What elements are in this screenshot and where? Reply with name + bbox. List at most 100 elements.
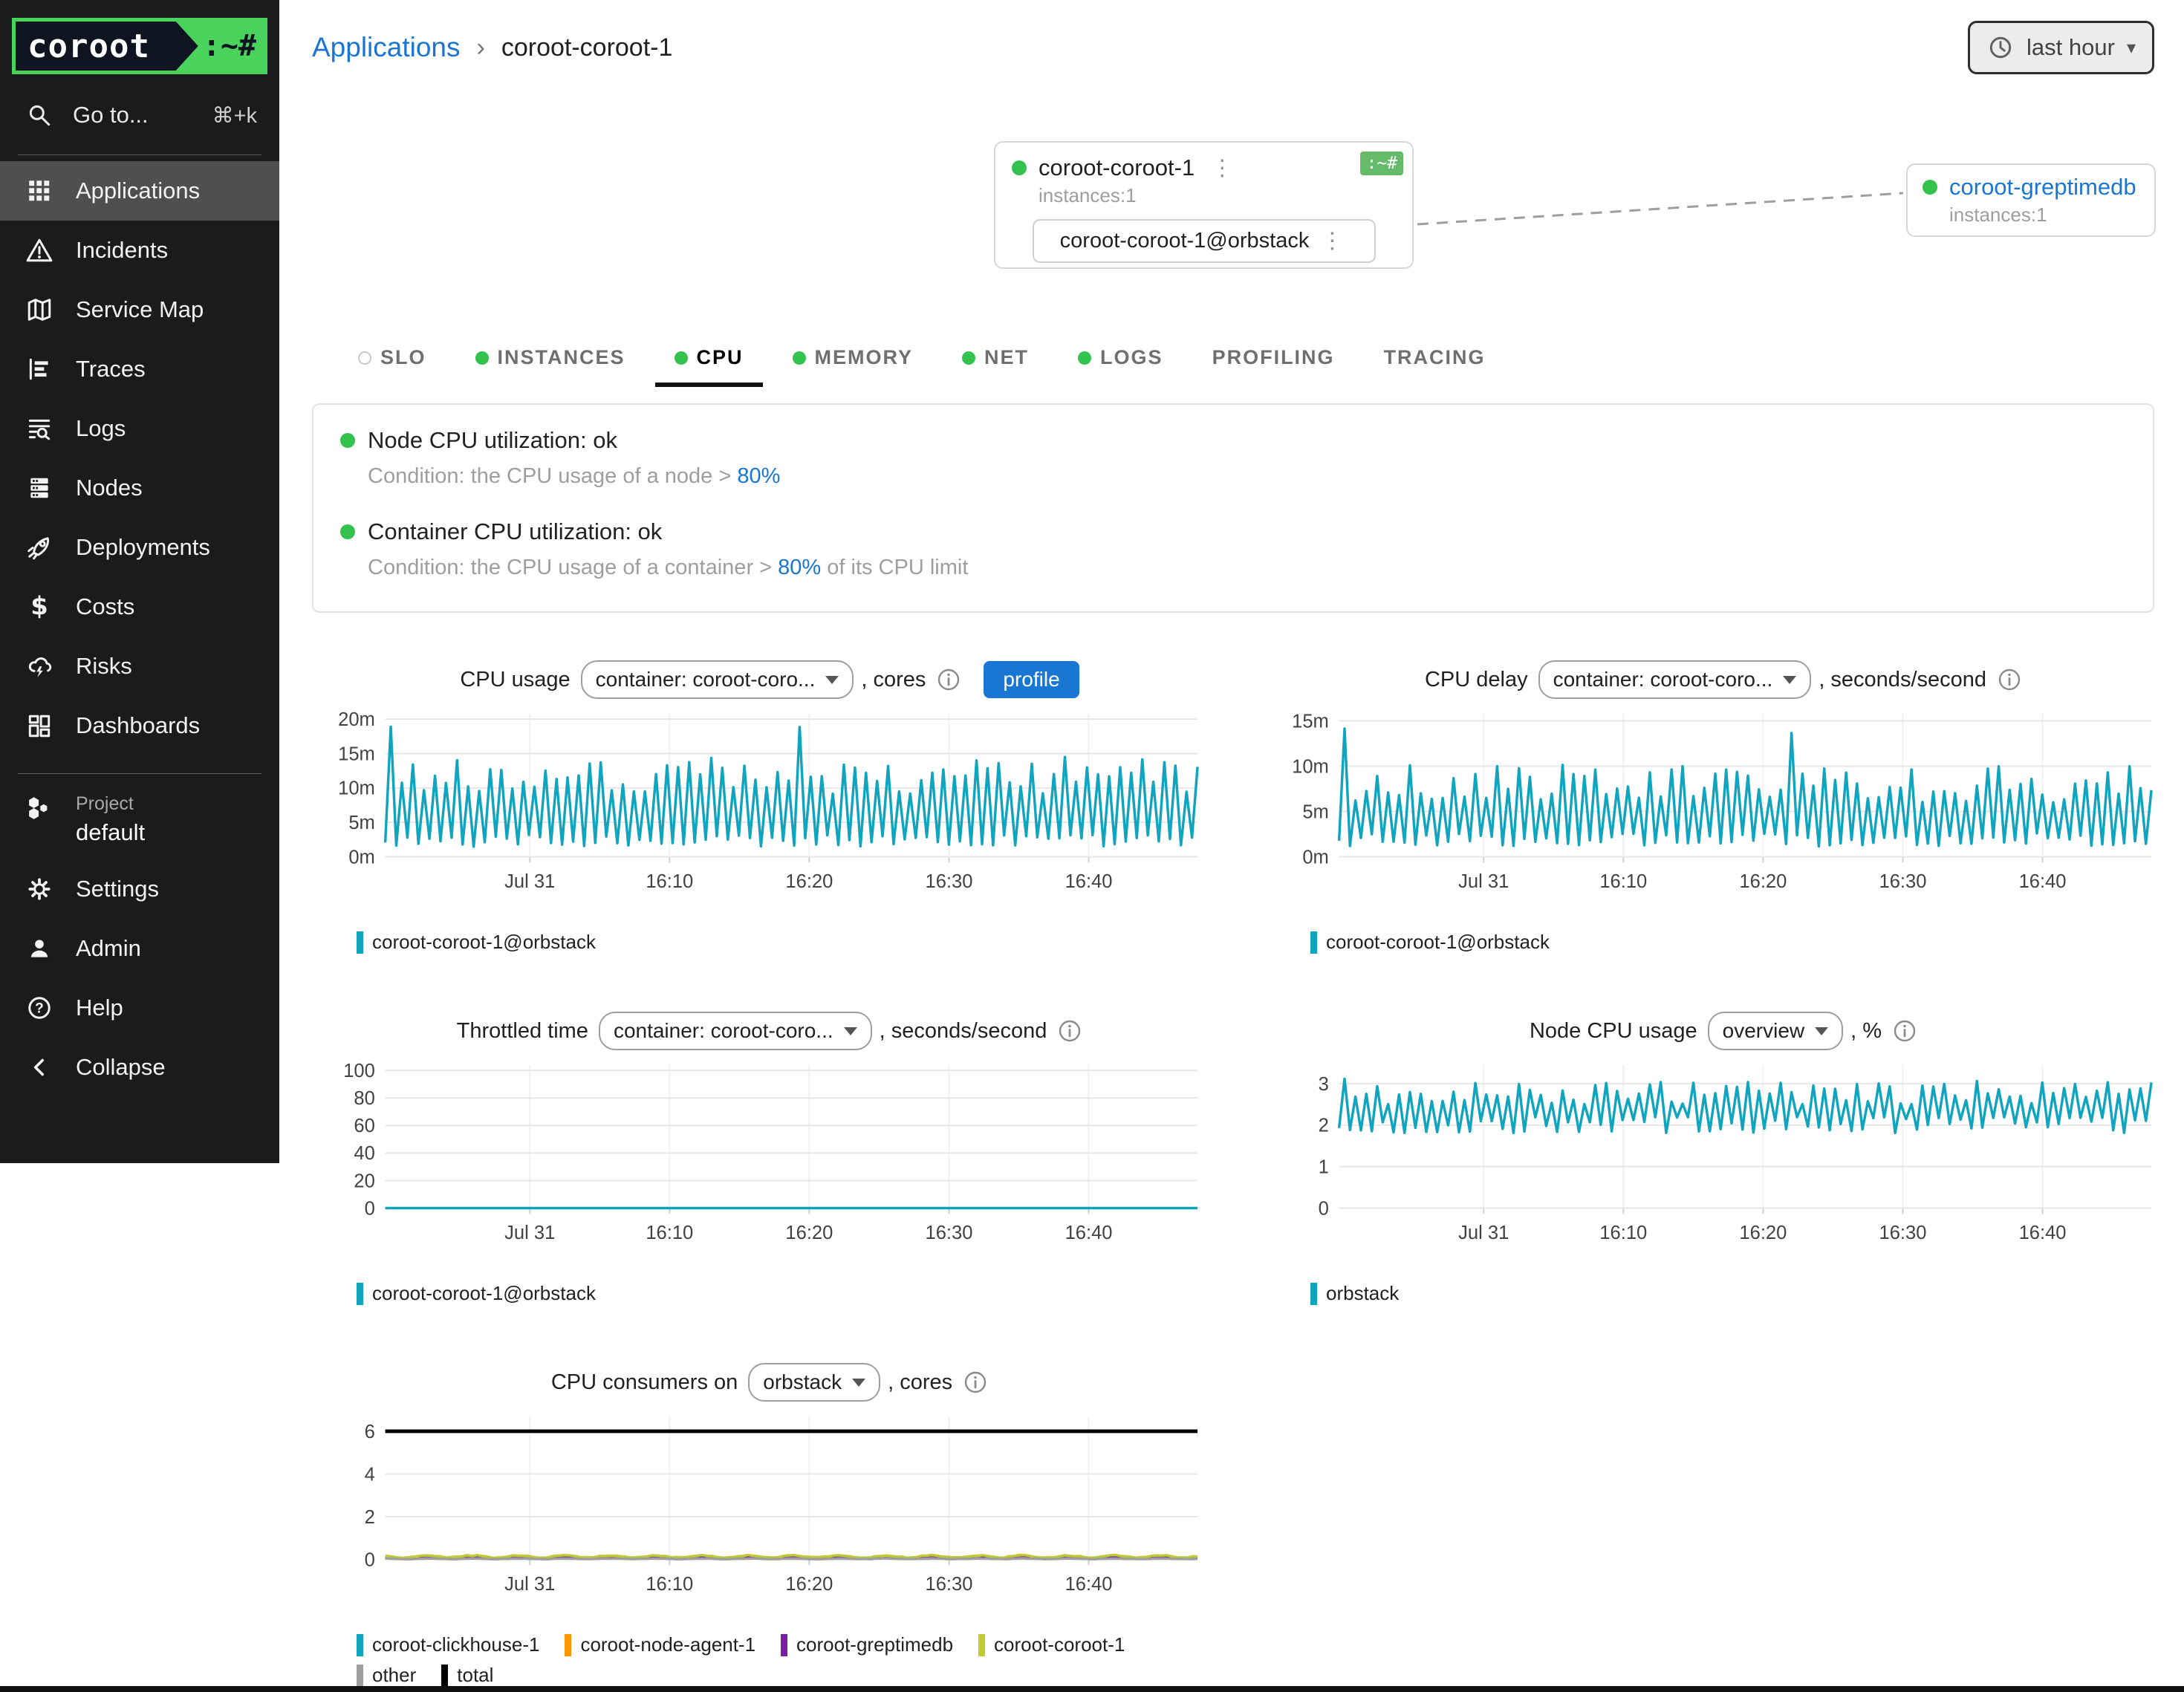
check-status-dot — [340, 524, 355, 539]
chart-title: CPU delay — [1425, 668, 1528, 692]
tab-logs[interactable]: LOGS — [1059, 333, 1183, 387]
profile-button[interactable]: profile — [984, 661, 1079, 698]
tab-memory[interactable]: MEMORY — [773, 333, 933, 387]
collapse-chevron-icon — [25, 1053, 53, 1081]
tab-status-dot — [793, 351, 806, 365]
legend-item-coroot-coroot-1-orbstack[interactable]: coroot-coroot-1@orbstack — [1310, 931, 1550, 954]
sidebar-item-settings[interactable]: Settings — [0, 859, 279, 919]
info-icon[interactable] — [963, 1370, 988, 1395]
upstream-node-card[interactable]: coroot-greptimedb instances:1 — [1906, 163, 2156, 237]
sidebar-item-collapse[interactable]: Collapse — [0, 1038, 279, 1097]
status-dot — [1923, 180, 1937, 195]
legend-item-coroot-coroot-1-orbstack[interactable]: coroot-coroot-1@orbstack — [357, 931, 596, 954]
sidebar-item-label: Help — [76, 995, 123, 1021]
svg-text:16:20: 16:20 — [785, 1223, 833, 1243]
chart-selector-dropdown[interactable]: container: coroot-coro... — [581, 660, 854, 699]
person-icon — [25, 934, 53, 963]
svg-text:Jul 31: Jul 31 — [504, 1223, 555, 1243]
legend-label: coroot-clickhouse-1 — [372, 1633, 539, 1656]
nodes-icon — [25, 474, 53, 502]
check-title: Node CPU utilization: ok — [368, 427, 617, 454]
sidebar-item-traces[interactable]: Traces — [0, 339, 279, 399]
app-node-card[interactable]: :~# coroot-coroot-1 ⋮ instances:1 coroot… — [994, 141, 1414, 269]
project-selector[interactable]: Project default — [0, 780, 279, 859]
kebab-menu-icon[interactable]: ⋮ — [1206, 155, 1238, 181]
tab-instances[interactable]: INSTANCES — [456, 333, 645, 387]
svg-text:3: 3 — [1319, 1074, 1329, 1095]
sidebar-item-incidents[interactable]: Incidents — [0, 221, 279, 280]
help-icon: ? — [25, 994, 53, 1022]
svg-text:15m: 15m — [1292, 711, 1329, 732]
info-icon[interactable] — [1997, 667, 2022, 692]
check-node-cpu-utilization: Node CPU utilization: okCondition: the C… — [340, 427, 2126, 489]
chart-selector-dropdown[interactable]: orbstack — [748, 1363, 880, 1402]
svg-text:Jul 31: Jul 31 — [1458, 871, 1509, 892]
chart-selector-value: orbstack — [763, 1370, 842, 1394]
svg-text:5m: 5m — [348, 813, 375, 833]
sidebar-bottom-nav: SettingsAdmin? Help Collapse — [0, 859, 279, 1097]
kebab-menu-icon[interactable]: ⋮ — [1316, 228, 1348, 254]
chart-selector-dropdown[interactable]: container: coroot-coro... — [599, 1012, 872, 1050]
legend-label: coroot-node-agent-1 — [580, 1633, 755, 1656]
legend-item-coroot-clickhouse-1[interactable]: coroot-clickhouse-1 — [357, 1633, 539, 1656]
dropdown-arrow-icon — [1815, 1027, 1828, 1035]
sidebar-item-dashboards[interactable]: Dashboards — [0, 696, 279, 755]
svg-text:?: ? — [35, 1000, 44, 1016]
sidebar-item-logs[interactable]: Logs — [0, 399, 279, 458]
breadcrumb-applications-link[interactable]: Applications — [312, 32, 461, 63]
goto-search[interactable]: Go to... ⌘+k — [0, 82, 279, 149]
upstream-node-link[interactable]: coroot-greptimedb — [1949, 174, 2136, 201]
app-node-name: coroot-coroot-1 — [1039, 154, 1195, 181]
sidebar-item-nodes[interactable]: Nodes — [0, 458, 279, 518]
tab-slo[interactable]: SLO — [339, 333, 446, 387]
legend-item-coroot-node-agent-1[interactable]: coroot-node-agent-1 — [565, 1633, 755, 1656]
storm-cloud-icon — [25, 652, 53, 680]
info-icon[interactable] — [936, 667, 961, 692]
sidebar-item-deployments[interactable]: Deployments — [0, 518, 279, 577]
legend-item-coroot-coroot-1[interactable]: coroot-coroot-1 — [978, 1633, 1125, 1656]
chart-selector-dropdown[interactable]: overview — [1708, 1012, 1843, 1050]
time-range-selector[interactable]: last hour ▾ — [1968, 21, 2154, 74]
tab-cpu[interactable]: CPU — [655, 333, 763, 387]
tab-label: SLO — [380, 346, 426, 369]
legend-item-orbstack[interactable]: orbstack — [1310, 1282, 1399, 1305]
sidebar-item-risks[interactable]: Risks — [0, 637, 279, 696]
svg-text:10m: 10m — [1292, 756, 1329, 777]
sidebar-item-applications[interactable]: Applications — [0, 161, 279, 221]
chart-plot: 15m10m5m0mJul 3116:1016:2016:3016:40 — [1263, 703, 2169, 923]
coroot-logo[interactable]: coroot :~# — [12, 18, 267, 74]
sidebar-item-costs[interactable]: $Costs — [0, 577, 279, 637]
chart-title: Node CPU usage — [1530, 1019, 1697, 1044]
threshold-link[interactable]: 80% — [737, 464, 780, 488]
tab-profiling[interactable]: PROFILING — [1193, 333, 1354, 387]
svg-text:16:30: 16:30 — [925, 871, 972, 892]
info-icon[interactable] — [1892, 1018, 1917, 1044]
sidebar-item-service-map[interactable]: Service Map — [0, 280, 279, 339]
tab-label: LOGS — [1100, 346, 1163, 369]
svg-text:16:20: 16:20 — [1739, 871, 1787, 892]
tab-status-dot — [358, 351, 371, 365]
check-container-cpu-utilization: Container CPU utilization: okCondition: … — [340, 518, 2126, 580]
legend-item-coroot-coroot-1-orbstack[interactable]: coroot-coroot-1@orbstack — [357, 1282, 596, 1305]
svg-text:16:10: 16:10 — [646, 1223, 693, 1243]
info-icon[interactable] — [1057, 1018, 1082, 1044]
legend-swatch — [357, 931, 363, 954]
logo-wordmark: coroot — [16, 22, 198, 71]
legend-item-coroot-greptimedb[interactable]: coroot-greptimedb — [781, 1633, 953, 1656]
svg-text:0: 0 — [365, 1549, 375, 1570]
sidebar-item-label: Logs — [76, 415, 126, 442]
tab-tracing[interactable]: TRACING — [1365, 333, 1505, 387]
instance-pill[interactable]: coroot-coroot-1@orbstack ⋮ — [1033, 219, 1376, 263]
tab-status-dot — [962, 351, 975, 365]
chart-selector-dropdown[interactable]: container: coroot-coro... — [1538, 660, 1812, 699]
legend-item-total[interactable]: total — [441, 1664, 493, 1687]
threshold-link[interactable]: 80% — [778, 556, 821, 579]
svg-text:16:40: 16:40 — [1065, 871, 1113, 892]
goto-label: Go to... — [73, 102, 149, 128]
sidebar-item-label: Incidents — [76, 237, 168, 264]
sidebar-item-admin[interactable]: Admin — [0, 919, 279, 978]
tab-net[interactable]: NET — [943, 333, 1048, 387]
project-text: Project default — [76, 793, 145, 846]
sidebar-item-help[interactable]: ? Help — [0, 978, 279, 1038]
legend-item-other[interactable]: other — [357, 1664, 416, 1687]
